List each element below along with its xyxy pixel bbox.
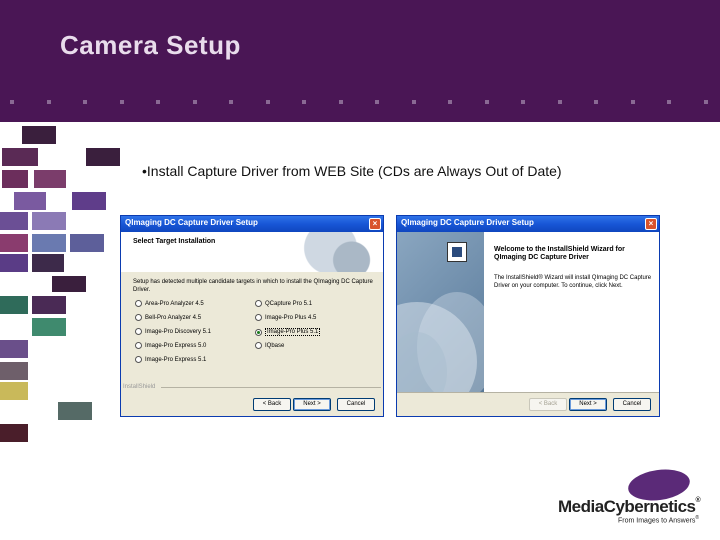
next-button[interactable]: Next > [569, 398, 607, 411]
logo-tagline: From Images to Answers® [618, 515, 700, 525]
mosaic-tile [32, 296, 66, 314]
radio-icon[interactable] [135, 314, 142, 321]
header-band: Camera Setup [0, 0, 720, 122]
slide-title: Camera Setup [60, 30, 241, 60]
installshield-label: InstallShield [123, 384, 156, 390]
mosaic-tile [0, 254, 28, 272]
cancel-button[interactable]: Cancel [613, 398, 651, 411]
divider-dot [521, 100, 525, 104]
cancel-button[interactable]: Cancel [337, 398, 375, 411]
target-option[interactable]: QCapture Pro 5.1 [255, 300, 312, 307]
divider-dot [557, 100, 562, 104]
divider-dot [411, 100, 416, 104]
divider-dot [302, 100, 306, 104]
wizard-body: The InstallShield® Wizard will install Q… [494, 275, 652, 289]
mosaic-tile [34, 170, 66, 188]
window-title: QImaging DC Capture Driver Setup [401, 218, 534, 227]
window-titlebar[interactable]: QImaging DC Capture Driver Setup × [397, 216, 659, 232]
radio-icon[interactable] [135, 342, 142, 349]
mosaic-tile [0, 424, 28, 442]
next-button[interactable]: Next > [293, 398, 331, 411]
divider-dot [83, 100, 87, 104]
divider-dot [703, 100, 708, 104]
window-titlebar[interactable]: QImaging DC Capture Driver Setup × [121, 216, 383, 232]
radio-checked-icon[interactable] [255, 328, 262, 336]
divider-dot [10, 100, 14, 104]
mosaic-tile [0, 296, 28, 314]
target-option-selected[interactable]: Image-Pro Plus 5.1 [255, 328, 321, 336]
window-heading: Select Target Installation [133, 238, 216, 245]
mosaic-tile [0, 340, 28, 358]
divider-dot [156, 100, 160, 104]
wizard-content: Welcome to the InstallShield Wizard for … [484, 232, 659, 392]
footer-divider [397, 392, 659, 393]
mosaic-tile [32, 234, 66, 252]
wizard-side-graphic [397, 232, 484, 392]
divider-dot [484, 100, 489, 104]
bullet-text: •Install Capture Driver from WEB Site (C… [142, 163, 562, 179]
mosaic-tile [0, 362, 28, 380]
mosaic-tile [0, 382, 28, 400]
close-icon[interactable]: × [369, 218, 381, 230]
mosaic-tile [0, 234, 28, 252]
logo-wordmark: MediaCybernetics® [558, 497, 701, 516]
radio-icon[interactable] [255, 300, 262, 307]
divider-dot [192, 100, 197, 104]
target-option[interactable]: Image-Pro Express 5.1 [135, 356, 206, 363]
target-option[interactable]: Image-Pro Express 5.0 [135, 342, 206, 349]
divider-dot [265, 100, 270, 104]
mosaic-tile [14, 192, 46, 210]
window-description: Setup has detected multiple candidate ta… [133, 279, 373, 293]
mosaic-tile [86, 148, 120, 166]
radio-icon[interactable] [135, 300, 142, 307]
target-option[interactable]: Area-Pro Analyzer 4.5 [135, 300, 204, 307]
mosaic-tile [52, 276, 86, 292]
dot-divider [10, 100, 710, 106]
target-option[interactable]: Image-Pro Plus 4.5 [255, 314, 316, 321]
divider-dot [375, 100, 379, 104]
target-option[interactable]: IQbase [255, 342, 284, 349]
setup-window-select-target: QImaging DC Capture Driver Setup × Selec… [120, 215, 384, 417]
mosaic-tile [0, 212, 28, 230]
mosaic-tile [22, 126, 56, 144]
divider-dot [46, 100, 51, 104]
wizard-heading: Welcome to the InstallShield Wizard for … [494, 246, 625, 261]
installer-icon [447, 242, 467, 262]
back-button[interactable]: < Back [253, 398, 291, 411]
mosaic-tile [58, 402, 92, 420]
mosaic-tile [32, 254, 64, 272]
divider-dot [448, 100, 452, 104]
radio-icon[interactable] [255, 342, 262, 349]
divider-dot [338, 100, 343, 104]
footer-divider [161, 387, 381, 388]
mosaic-tile [32, 212, 66, 230]
mosaic-tile [2, 170, 28, 188]
divider-dot [594, 100, 598, 104]
radio-icon[interactable] [135, 356, 142, 363]
window-title: QImaging DC Capture Driver Setup [125, 218, 258, 227]
back-button: < Back [529, 398, 567, 411]
mosaic-tile [70, 234, 104, 252]
divider-dot [229, 100, 233, 104]
divider-dot [119, 100, 124, 104]
setup-window-welcome: QImaging DC Capture Driver Setup × Welco… [396, 215, 660, 417]
divider-dot [630, 100, 635, 104]
target-option[interactable]: Bell-Pro Analyzer 4.5 [135, 314, 201, 321]
radio-icon[interactable] [255, 314, 262, 321]
close-icon[interactable]: × [645, 218, 657, 230]
mosaic-tile [32, 318, 66, 336]
radio-icon[interactable] [135, 328, 142, 335]
target-option[interactable]: Image-Pro Discovery 5.1 [135, 328, 211, 335]
window-banner: Select Target Installation [121, 232, 383, 272]
mosaic-tile [72, 192, 106, 210]
divider-dot [667, 100, 671, 104]
mosaic-tile [2, 148, 38, 166]
